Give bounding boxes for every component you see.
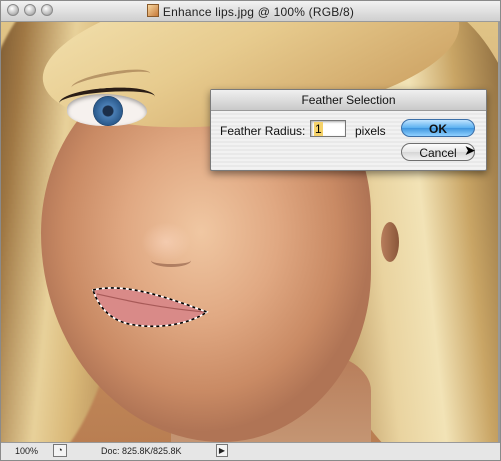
status-bar: 100% ◔ Doc: 825.8K/825.8K ▶ xyxy=(1,442,500,460)
feather-radius-value: 1 xyxy=(314,122,323,136)
window-title: Enhance lips.jpg @ 100% (RGB/8) xyxy=(1,4,500,19)
zoom-level[interactable]: 100% xyxy=(15,446,38,456)
feather-radius-label: Feather Radius: xyxy=(220,124,306,138)
title-bar[interactable]: Enhance lips.jpg @ 100% (RGB/8) xyxy=(1,1,500,22)
document-size-info: Doc: 825.8K/825.8K xyxy=(101,446,182,456)
status-menu-arrow-icon[interactable]: ▶ xyxy=(216,444,228,457)
eye xyxy=(67,94,147,126)
iris xyxy=(93,96,123,126)
status-toggle-icon[interactable]: ◔ xyxy=(53,444,67,457)
feather-selection-dialog: Feather Selection Feather Radius: 1 pixe… xyxy=(210,89,487,171)
lip-selection[interactable] xyxy=(89,284,209,334)
document-window: Enhance lips.jpg @ 100% (RGB/8) Feather … xyxy=(0,0,501,461)
cursor-arrow-icon: ➤ xyxy=(464,142,476,158)
ear xyxy=(381,222,399,262)
dialog-title: Feather Selection xyxy=(211,90,486,111)
window-title-text: Enhance lips.jpg @ 100% (RGB/8) xyxy=(162,5,355,19)
image-canvas[interactable] xyxy=(1,22,500,443)
feather-radius-input[interactable]: 1 xyxy=(310,120,346,137)
nostril xyxy=(151,254,191,267)
window-edge xyxy=(498,22,500,443)
document-icon xyxy=(146,4,159,17)
ok-button[interactable]: OK xyxy=(401,119,475,137)
dialog-body: Feather Radius: 1 pixels OK Cancel ➤ xyxy=(211,111,486,169)
pixels-unit-label: pixels xyxy=(355,124,386,138)
